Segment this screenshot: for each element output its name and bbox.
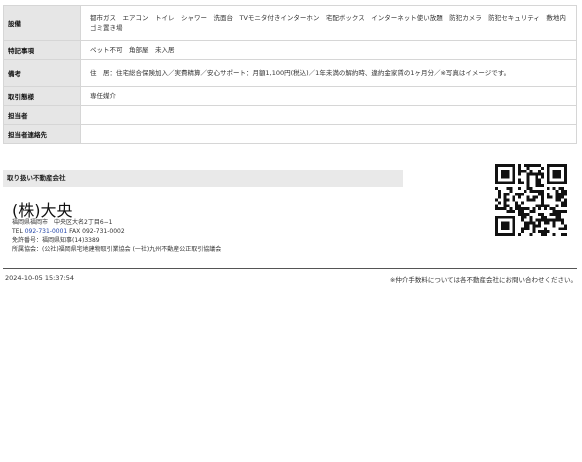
row-value-staff — [80, 105, 577, 125]
table-row-transaction-type: 取引態様 専任媒介 — [3, 86, 577, 106]
tel-label: TEL — [12, 228, 25, 235]
row-label-transaction-type: 取引態様 — [3, 86, 81, 106]
row-label-staff-contact: 担当者連絡先 — [3, 124, 81, 144]
table-row-staff-contact: 担当者連絡先 — [3, 124, 577, 144]
association-membership: 所属協会：(公社)福岡県宅地建物取引業協会 (一社)九州不動産公正取引協議会 — [12, 246, 222, 253]
company-contact-line: TEL 092-731-0001 FAX 092-731-0002 — [12, 228, 125, 236]
footer-divider — [3, 268, 577, 269]
table-row-special-notes: 特記事項 ペット不可 角部屋 未入居 — [3, 40, 577, 60]
row-value-staff-contact — [80, 124, 577, 144]
property-details-table: 設備 都市ガス エアコン トイレ シャワー 洗面台 TVモニタ付きインターホン … — [3, 5, 577, 144]
license-number: 免許番号：福岡県知事(14)3389 — [12, 237, 100, 244]
row-value-remarks: 住 居：住宅総合保険加入／実費精算／安心サポート：月額1,100円(税込)／1年… — [80, 59, 577, 87]
table-row-remarks: 備考 住 居：住宅総合保険加入／実費精算／安心サポート：月額1,100円(税込)… — [3, 59, 577, 87]
row-value-special-notes: ペット不可 角部屋 未入居 — [80, 40, 577, 60]
table-row-equipment: 設備 都市ガス エアコン トイレ シャワー 洗面台 TVモニタ付きインターホン … — [3, 5, 577, 41]
fax-number: FAX 092-731-0002 — [67, 228, 125, 235]
property-print-page: 設備 都市ガス エアコン トイレ シャワー 洗面台 TVモニタ付きインターホン … — [0, 0, 582, 462]
print-timestamp: 2024-10-05 15:37:54 — [5, 274, 75, 282]
row-label-staff: 担当者 — [3, 105, 81, 125]
qr-code-icon — [495, 164, 567, 236]
row-label-special-notes: 特記事項 — [3, 40, 81, 60]
company-name: (株)大央 — [12, 201, 73, 220]
tel-link[interactable]: 092-731-0001 — [25, 228, 68, 235]
row-label-remarks: 備考 — [3, 59, 81, 87]
fee-footnote: ※仲介手数料については各不動産会社にお問い合わせください。 — [389, 276, 577, 284]
row-label-equipment: 設備 — [3, 5, 81, 41]
row-value-transaction-type: 専任媒介 — [80, 86, 577, 106]
table-row-staff: 担当者 — [3, 105, 577, 125]
row-value-equipment: 都市ガス エアコン トイレ シャワー 洗面台 TVモニタ付きインターホン 宅配ボ… — [80, 5, 577, 41]
company-section-heading: 取り扱い不動産会社 — [3, 170, 403, 187]
company-address: 福岡県福岡市 中央区大名2丁目6−1 — [12, 219, 113, 226]
